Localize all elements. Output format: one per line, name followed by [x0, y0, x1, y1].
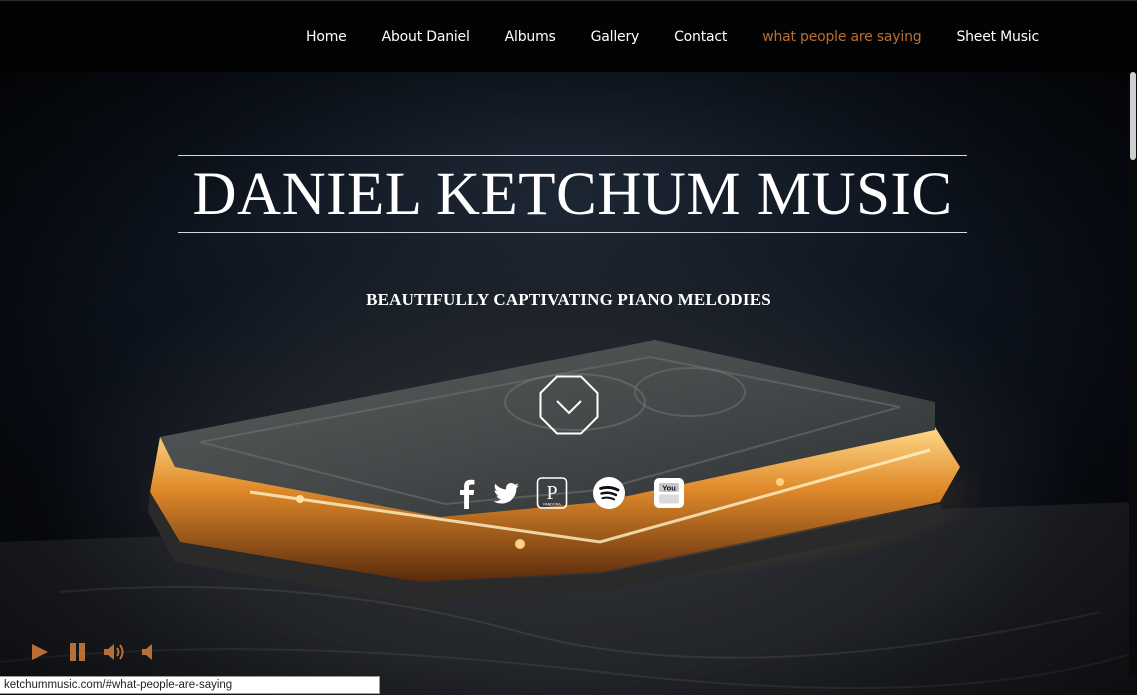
site-title-block: DANIEL KETCHUM MUSIC: [178, 155, 967, 233]
browser-status-url: ketchummusic.com/#what-people-are-saying: [0, 676, 380, 694]
nav-item-sheet-music[interactable]: Sheet Music: [956, 29, 1039, 45]
play-icon[interactable]: [30, 640, 52, 664]
site-title: DANIEL KETCHUM MUSIC: [192, 160, 953, 228]
spotify-icon[interactable]: [592, 476, 626, 510]
nav-item-gallery[interactable]: Gallery: [591, 29, 640, 45]
scroll-down-button[interactable]: [539, 375, 599, 435]
page-scrollbar[interactable]: [1129, 72, 1137, 676]
scrollbar-thumb[interactable]: [1130, 72, 1136, 160]
pause-icon[interactable]: [67, 640, 89, 664]
volume-up-icon[interactable]: [103, 640, 125, 664]
nav-item-albums[interactable]: Albums: [505, 29, 556, 45]
hero-section: DANIEL KETCHUM MUSIC BEAUTIFULLY CAPTIVA…: [0, 72, 1137, 695]
svg-text:P: P: [546, 482, 557, 504]
chevron-down-octagon-icon: [539, 375, 599, 435]
site-tagline: BEAUTIFULLY CAPTIVATING PIANO MELODIES: [366, 290, 771, 309]
nav-item-what-people-are-saying[interactable]: what people are saying: [762, 29, 921, 45]
twitter-icon[interactable]: [491, 476, 521, 510]
nav-item-about-daniel[interactable]: About Daniel: [382, 29, 470, 45]
nav-menu: Home About Daniel Albums Gallery Contact…: [271, 1, 1039, 73]
youtube-icon[interactable]: You: [653, 476, 685, 510]
top-navigation-bar: Home About Daniel Albums Gallery Contact…: [0, 0, 1137, 72]
svg-text:PANDORA: PANDORA: [543, 503, 561, 507]
nav-item-home[interactable]: Home: [306, 29, 347, 45]
volume-mute-icon[interactable]: [140, 640, 162, 664]
nav-item-contact[interactable]: Contact: [674, 29, 727, 45]
svg-text:You: You: [662, 484, 676, 493]
pandora-icon[interactable]: P PANDORA: [536, 476, 568, 510]
facebook-icon[interactable]: [455, 476, 481, 510]
